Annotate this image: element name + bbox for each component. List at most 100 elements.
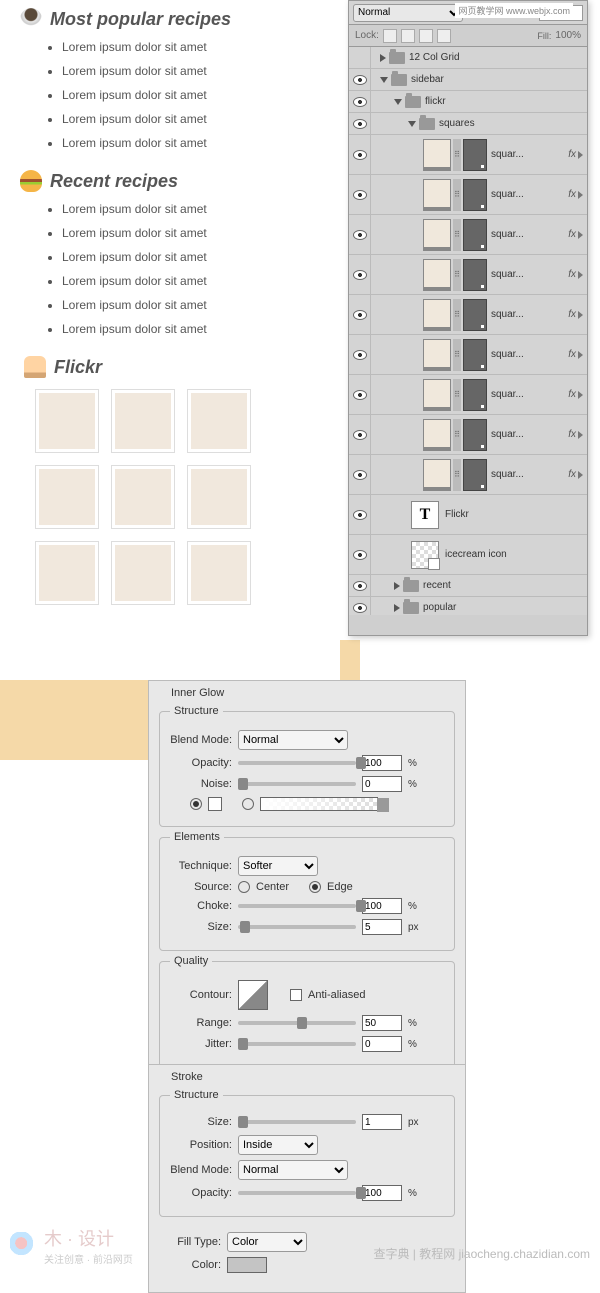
chevron-icon[interactable] [578,471,583,479]
lock-pixels-icon[interactable] [401,29,415,43]
disclosure-arrow-icon[interactable] [394,99,402,105]
visibility-toggle[interactable] [349,597,371,615]
layer-name: squar... [491,429,524,440]
fx-badge[interactable]: fx [568,229,576,240]
fx-badge[interactable]: fx [568,269,576,280]
visibility-toggle[interactable] [349,535,371,574]
visibility-toggle[interactable] [349,135,371,174]
blend-mode-select[interactable]: Normal [353,4,463,22]
visibility-toggle[interactable] [349,495,371,534]
layer-row[interactable]: icecream icon [349,535,587,575]
disclosure-arrow-icon[interactable] [394,582,400,590]
visibility-toggle[interactable] [349,215,371,254]
layer-row[interactable]: popular [349,597,587,615]
visibility-toggle[interactable] [349,415,371,454]
disclosure-arrow-icon[interactable] [380,77,388,83]
visibility-toggle[interactable] [349,375,371,414]
blend-mode-select[interactable]: Normal [238,1160,348,1180]
fx-badge[interactable]: fx [568,309,576,320]
color-radio[interactable] [190,798,202,810]
layer-row[interactable]: ⠿squar...fx [349,215,587,255]
opacity-slider[interactable] [238,1191,356,1195]
layer-thumbnails: ⠿ [423,259,487,291]
fx-badge[interactable]: fx [568,189,576,200]
layer-row[interactable]: flickr [349,91,587,113]
fx-badge[interactable]: fx [568,149,576,160]
range-slider[interactable] [238,1021,356,1025]
opacity-slider[interactable] [238,761,356,765]
disclosure-arrow-icon[interactable] [380,54,386,62]
fill-value[interactable]: 100% [555,30,581,41]
chevron-icon[interactable] [578,431,583,439]
anti-aliased-checkbox[interactable] [290,989,302,1001]
noise-slider[interactable] [238,782,356,786]
chevron-icon[interactable] [578,311,583,319]
range-input[interactable] [362,1015,402,1031]
fx-badge[interactable]: fx [568,469,576,480]
fill-type-select[interactable]: Color [227,1232,307,1252]
disclosure-arrow-icon[interactable] [408,121,416,127]
noise-input[interactable] [362,776,402,792]
opacity-input[interactable] [362,1185,402,1201]
chevron-icon[interactable] [578,391,583,399]
visibility-toggle[interactable] [349,335,371,374]
layer-row[interactable]: squares [349,113,587,135]
flickr-grid [20,390,320,604]
layer-row[interactable]: ⠿squar...fx [349,135,587,175]
edge-radio[interactable] [309,881,321,893]
layer-row[interactable]: ⠿squar...fx [349,455,587,495]
fx-badge[interactable]: fx [568,389,576,400]
color-swatch[interactable] [227,1257,267,1273]
flickr-heading: Flickr [20,356,320,378]
layer-row[interactable]: ⠿squar...fx [349,375,587,415]
gradient-swatch[interactable] [260,797,378,811]
visibility-toggle[interactable] [349,575,371,596]
layer-row[interactable]: 12 Col Grid [349,47,587,69]
layer-tree[interactable]: 12 Col Gridsidebarflickrsquares⠿squar...… [349,47,587,615]
size-slider[interactable] [238,1120,356,1124]
size-input[interactable] [362,1114,402,1130]
layer-row[interactable]: ⠿squar...fx [349,295,587,335]
color-swatch[interactable] [208,797,222,811]
center-radio[interactable] [238,881,250,893]
popular-section: Most popular recipes Lorem ipsum dolor s… [20,8,320,150]
size-input[interactable] [362,919,402,935]
layer-row[interactable]: sidebar [349,69,587,91]
fx-badge[interactable]: fx [568,349,576,360]
blend-mode-select[interactable]: Normal [238,730,348,750]
visibility-toggle[interactable] [349,255,371,294]
contour-swatch[interactable] [238,980,268,1010]
size-slider[interactable] [238,925,356,929]
lock-position-icon[interactable] [419,29,433,43]
visibility-toggle[interactable] [349,295,371,334]
gradient-radio[interactable] [242,798,254,810]
disclosure-arrow-icon[interactable] [394,604,400,612]
layer-row[interactable]: recent [349,575,587,597]
visibility-toggle[interactable] [349,175,371,214]
opacity-input[interactable] [362,755,402,771]
visibility-toggle[interactable] [349,455,371,494]
technique-select[interactable]: Softer [238,856,318,876]
jitter-slider[interactable] [238,1042,356,1046]
chevron-icon[interactable] [578,191,583,199]
layer-row[interactable]: ⠿squar...fx [349,255,587,295]
layer-row[interactable]: TFlickr [349,495,587,535]
chevron-icon[interactable] [578,351,583,359]
visibility-toggle[interactable] [349,47,371,68]
layer-row[interactable]: ⠿squar...fx [349,415,587,455]
layer-row[interactable]: ⠿squar...fx [349,335,587,375]
jitter-input[interactable] [362,1036,402,1052]
layer-row[interactable]: ⠿squar...fx [349,175,587,215]
choke-input[interactable] [362,898,402,914]
visibility-toggle[interactable] [349,69,371,90]
position-select[interactable]: Inside [238,1135,318,1155]
visibility-toggle[interactable] [349,113,371,134]
choke-slider[interactable] [238,904,356,908]
chevron-icon[interactable] [578,271,583,279]
lock-all-icon[interactable] [437,29,451,43]
fx-badge[interactable]: fx [568,429,576,440]
chevron-icon[interactable] [578,231,583,239]
visibility-toggle[interactable] [349,91,371,112]
chevron-icon[interactable] [578,151,583,159]
lock-transparency-icon[interactable] [383,29,397,43]
